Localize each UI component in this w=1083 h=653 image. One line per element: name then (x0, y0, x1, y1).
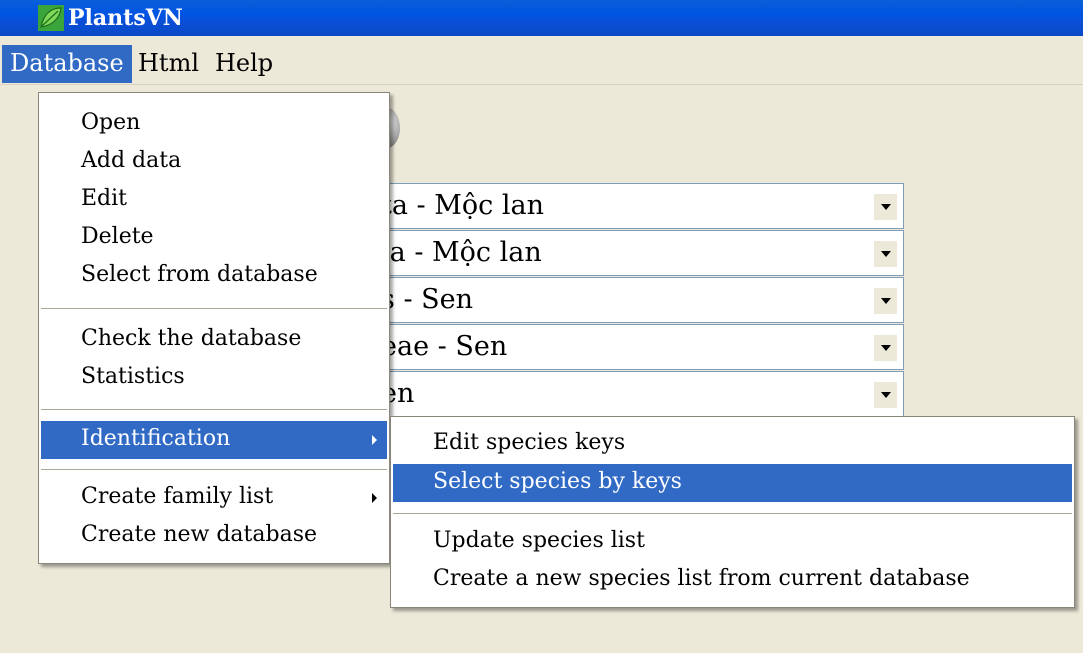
combo-box[interactable]: s - Sen (370, 277, 904, 323)
menu-item-statistics[interactable]: Statistics (41, 359, 387, 397)
menu-separator (393, 513, 1072, 514)
combo-box[interactable]: eae - Sen (370, 324, 904, 370)
combo-value: la - Mộc lan (381, 237, 542, 268)
chevron-down-icon[interactable] (874, 335, 897, 361)
menu-item-select-species-by-keys[interactable]: Select species by keys (393, 464, 1072, 502)
menu-item-edit-species-keys[interactable]: Edit species keys (393, 425, 1072, 463)
window-title: PlantsVN (68, 5, 183, 31)
chevron-down-icon[interactable] (874, 194, 897, 220)
combo-box[interactable]: la - Mộc lan (370, 230, 904, 276)
chevron-down-icon[interactable] (874, 241, 897, 267)
menu-item-create-new-species-list[interactable]: Create a new species list from current d… (393, 561, 1072, 599)
menu-item-edit[interactable]: Edit (41, 181, 387, 219)
menu-item-open[interactable]: Open (41, 105, 387, 143)
chevron-down-icon[interactable] (874, 288, 897, 314)
menu-item-delete[interactable]: Delete (41, 219, 387, 257)
menu-item-check-database[interactable]: Check the database (41, 321, 387, 359)
menu-item-update-species-list[interactable]: Update species list (393, 523, 1072, 561)
menu-item-create-family-list-label: Create family list (81, 484, 274, 509)
combo-box[interactable]: ta - Mộc lan (370, 183, 904, 229)
menu-html[interactable]: Html (130, 45, 207, 83)
menu-item-select-from-database[interactable]: Select from database (41, 257, 387, 295)
menu-bar: Database Html Help (0, 36, 1083, 85)
menu-separator (41, 308, 387, 309)
combo-box[interactable]: en (370, 371, 904, 417)
chevron-right-icon (372, 493, 377, 503)
menu-item-create-new-database[interactable]: Create new database (41, 517, 387, 555)
menu-item-create-family-list[interactable]: Create family list (41, 479, 387, 517)
menu-database[interactable]: Database (2, 45, 132, 83)
chevron-down-icon[interactable] (874, 382, 897, 408)
menu-item-add-data[interactable]: Add data (41, 143, 387, 181)
combo-value: eae - Sen (381, 331, 508, 362)
identification-submenu: Edit species keys Select species by keys… (390, 416, 1075, 608)
menu-separator (41, 469, 387, 470)
menu-item-identification-label: Identification (81, 426, 231, 451)
chevron-right-icon (372, 435, 377, 445)
menu-separator (41, 409, 387, 410)
combo-value: ta - Mộc lan (381, 190, 544, 221)
title-bar: PlantsVN (0, 0, 1083, 36)
database-menu: Open Add data Edit Delete Select from da… (38, 92, 390, 564)
combo-value: s - Sen (381, 284, 474, 315)
menu-help[interactable]: Help (207, 45, 281, 83)
leaf-icon (38, 5, 64, 31)
menu-item-identification[interactable]: Identification (41, 421, 387, 459)
